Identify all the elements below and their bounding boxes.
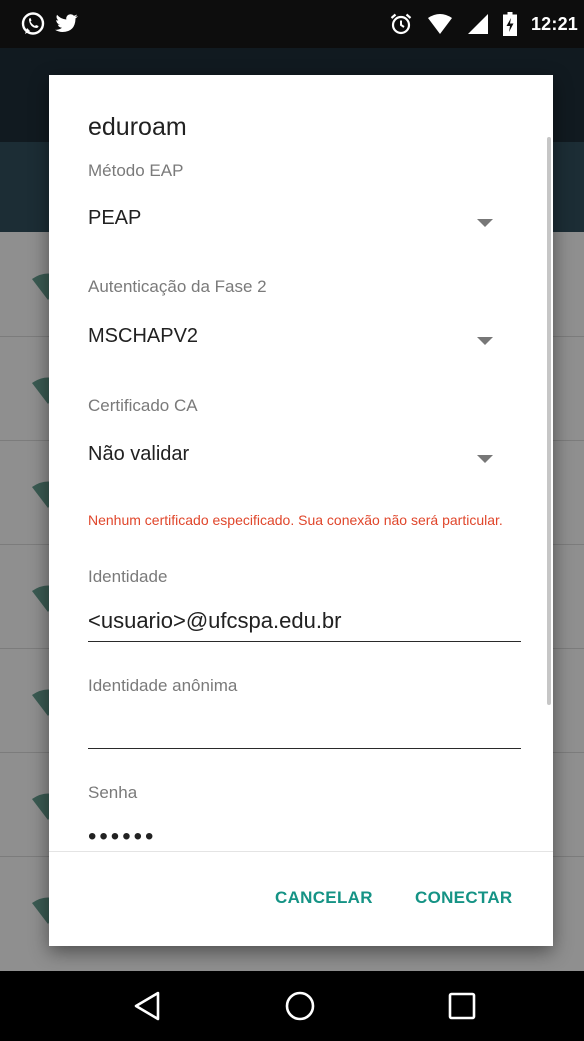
chevron-down-icon [477,219,493,227]
phase2-value: MSCHAPV2 [88,325,199,347]
ca-cert-label: Certificado CA [88,396,198,415]
recents-button[interactable] [432,971,492,1041]
eap-method-value: PEAP [88,207,142,229]
identity-value: <usuario>@ufcspa.edu.br [88,608,342,633]
scrollbar[interactable] [547,137,551,705]
recents-icon [448,992,476,1020]
clock: 12:21 [530,13,578,34]
anonymous-identity-underline [88,748,521,749]
back-button[interactable] [117,971,177,1041]
notification-icons [20,10,80,38]
chevron-down-icon [477,455,493,463]
identity-field[interactable]: <usuario>@ufcspa.edu.br [49,600,529,646]
alarm-icon [390,13,412,35]
eduroam-config-dialog: eduroam Método EAP PEAP Autenticação da … [49,75,553,946]
button-bar-divider [49,851,553,852]
cell-signal-icon [467,14,488,34]
twitter-icon [55,14,78,32]
ca-cert-value: Não validar [88,443,190,465]
back-icon [134,991,160,1021]
home-icon [285,991,315,1021]
ca-cert-spinner[interactable]: Não validar [49,429,529,479]
battery-charging-icon [502,12,517,36]
navigation-bar [0,971,584,1041]
identity-label: Identidade [88,567,168,586]
password-field[interactable]: •••••• [88,823,156,851]
password-label: Senha [88,783,138,802]
eap-method-label: Método EAP [88,161,184,180]
connect-button[interactable]: CONECTAR [415,888,512,908]
phase2-label: Autenticação da Fase 2 [88,277,267,296]
cancel-button[interactable]: CANCELAR [275,888,373,908]
ca-warning-message: Nenhum certificado especificado. Sua con… [88,512,503,528]
dialog-title: eduroam [88,113,187,141]
phase2-spinner[interactable]: MSCHAPV2 [49,311,529,361]
anonymous-identity-field[interactable] [49,709,529,755]
status-bar: 12:21 [0,0,584,48]
home-button[interactable] [270,971,330,1041]
chevron-down-icon [477,337,493,345]
identity-underline [88,641,521,642]
eap-method-spinner[interactable]: PEAP [49,193,529,243]
anonymous-identity-label: Identidade anônima [88,676,238,695]
whatsapp-icon [21,12,45,35]
system-icons: 12:21 [389,10,578,38]
wifi-signal-icon [427,14,452,34]
